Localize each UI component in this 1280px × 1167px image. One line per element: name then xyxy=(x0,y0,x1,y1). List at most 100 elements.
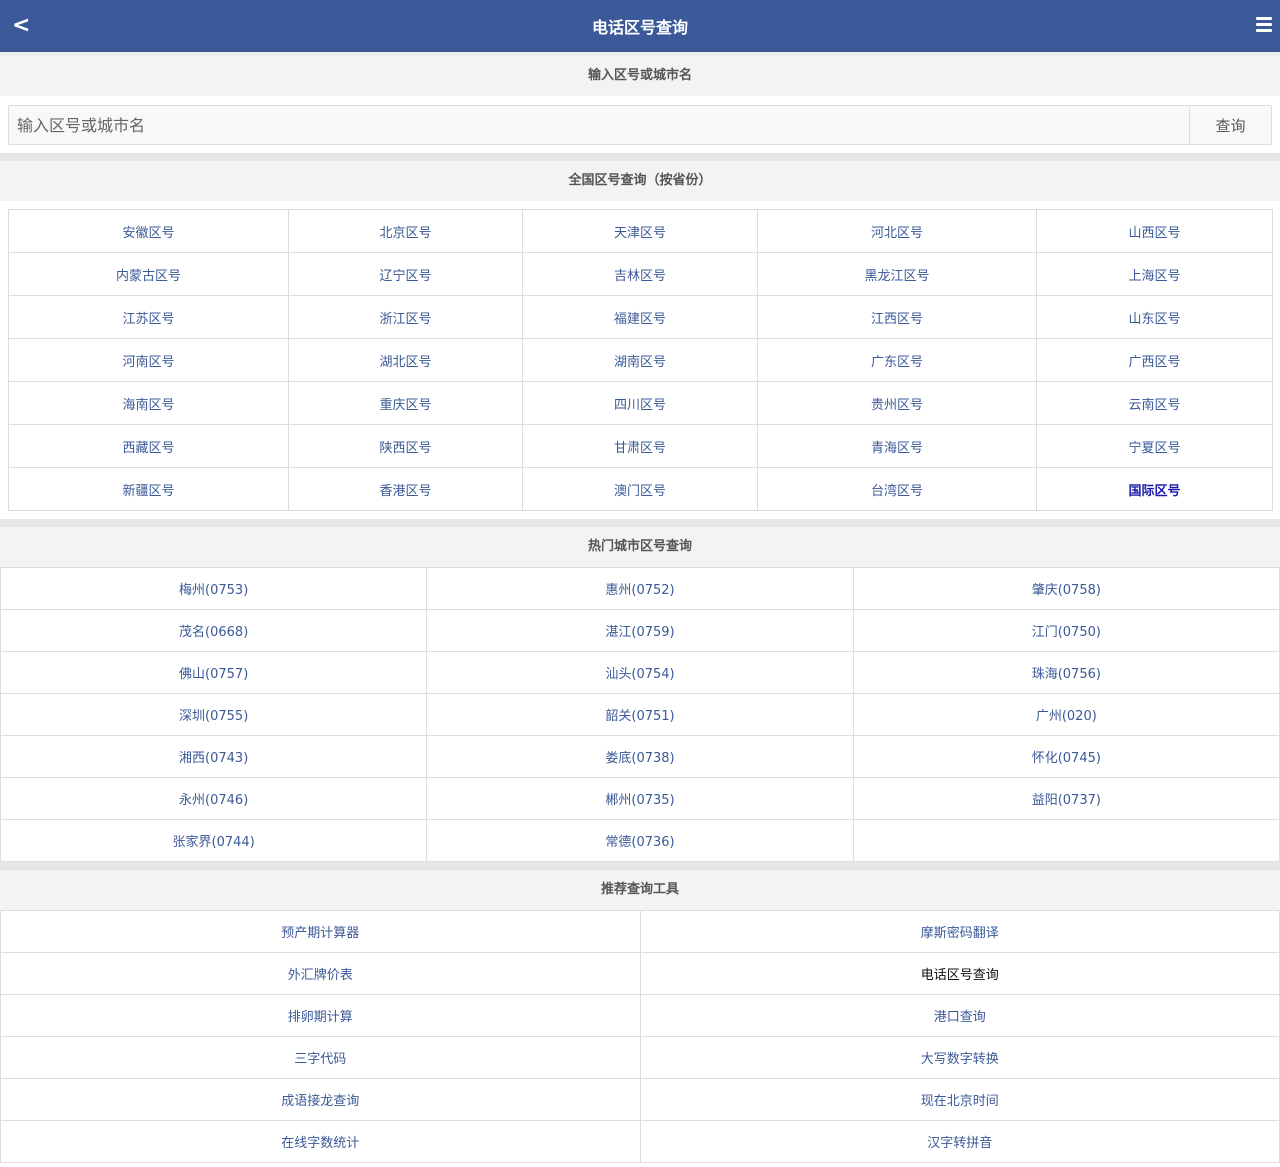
city-link[interactable]: 深圳(0755) xyxy=(179,709,248,724)
city-link[interactable]: 惠州(0752) xyxy=(605,583,674,598)
tool-link[interactable]: 排卵期计算 xyxy=(288,1010,353,1025)
province-link[interactable]: 云南区号 xyxy=(1128,398,1180,413)
city-link[interactable]: 肇庆(0758) xyxy=(1032,583,1101,598)
tool-link[interactable]: 现在北京时间 xyxy=(921,1094,999,1109)
menu-icon[interactable] xyxy=(1256,17,1272,35)
province-link[interactable]: 内蒙古区号 xyxy=(116,269,181,284)
province-cell: 山西区号 xyxy=(1036,209,1273,253)
tool-link[interactable]: 摩斯密码翻译 xyxy=(921,926,999,941)
province-section: 安徽区号 北京区号 天津区号 河北区号 山西区号内蒙古区号 辽宁区号 吉林区号 黑龙江区号 上海… xyxy=(0,201,1280,519)
tool-link[interactable]: 在线字数统计 xyxy=(281,1136,359,1151)
province-link[interactable]: 广西区号 xyxy=(1128,355,1180,370)
province-link[interactable]: 河北区号 xyxy=(871,226,923,241)
city-link[interactable]: 珠海(0756) xyxy=(1032,667,1101,682)
province-link[interactable]: 广东区号 xyxy=(871,355,923,370)
city-link[interactable]: 湘西(0743) xyxy=(179,751,248,766)
tool-link[interactable]: 汉字转拼音 xyxy=(927,1136,992,1151)
tool-link[interactable]: 大写数字转换 xyxy=(921,1052,999,1067)
province-link[interactable]: 湖南区号 xyxy=(614,355,666,370)
province-cell: 云南区号 xyxy=(1036,381,1273,425)
city-cell: 张家界(0744) xyxy=(0,819,428,862)
city-link[interactable]: 常德(0736) xyxy=(605,835,674,850)
tool-link[interactable]: 预产期计算器 xyxy=(281,926,359,941)
city-link[interactable]: 永州(0746) xyxy=(179,793,248,808)
city-link[interactable]: 益阳(0737) xyxy=(1032,793,1101,808)
city-link[interactable]: 茂名(0668) xyxy=(179,625,248,640)
province-link[interactable]: 贵州区号 xyxy=(871,398,923,413)
city-link[interactable]: 汕头(0754) xyxy=(605,667,674,682)
search-box: 查询 xyxy=(8,105,1272,145)
top-bar: < 电话区号查询 xyxy=(0,0,1280,52)
city-link[interactable]: 娄底(0738) xyxy=(605,751,674,766)
province-link[interactable]: 上海区号 xyxy=(1128,269,1180,284)
province-link[interactable]: 山东区号 xyxy=(1128,312,1180,327)
province-link[interactable]: 新疆区号 xyxy=(122,484,174,499)
province-link[interactable]: 福建区号 xyxy=(614,312,666,327)
city-link[interactable]: 梅州(0753) xyxy=(179,583,248,598)
tool-link[interactable]: 成语接龙查询 xyxy=(281,1094,359,1109)
city-link[interactable]: 江门(0750) xyxy=(1032,625,1101,640)
tool-link[interactable]: 三字代码 xyxy=(294,1052,346,1067)
city-cell: 肇庆(0758) xyxy=(852,567,1280,610)
city-cell: 深圳(0755) xyxy=(0,693,428,736)
province-link[interactable]: 香港区号 xyxy=(379,484,431,499)
province-link[interactable]: 宁夏区号 xyxy=(1128,441,1180,456)
city-link[interactable]: 广州(020) xyxy=(1036,709,1097,724)
province-cell: 澳门区号 xyxy=(522,467,758,511)
city-cell: 娄底(0738) xyxy=(426,735,854,778)
province-link[interactable]: 河南区号 xyxy=(122,355,174,370)
city-cell: 常德(0736) xyxy=(426,819,854,862)
back-button[interactable]: < xyxy=(12,12,34,40)
city-link[interactable]: 韶关(0751) xyxy=(605,709,674,724)
province-link[interactable]: 北京区号 xyxy=(379,226,431,241)
province-link[interactable]: 澳门区号 xyxy=(614,484,666,499)
province-link[interactable]: 浙江区号 xyxy=(379,312,431,327)
province-cell: 国际区号 xyxy=(1036,467,1273,511)
province-link[interactable]: 四川区号 xyxy=(614,398,666,413)
province-cell: 湖北区号 xyxy=(288,338,523,382)
province-link[interactable]: 江西区号 xyxy=(871,312,923,327)
city-cell: 郴州(0735) xyxy=(426,777,854,820)
province-link[interactable]: 陕西区号 xyxy=(379,441,431,456)
tool-link[interactable]: 外汇牌价表 xyxy=(288,968,353,983)
table-row: 三字代码 大写数字转换 xyxy=(0,1036,1280,1079)
province-link[interactable]: 甘肃区号 xyxy=(614,441,666,456)
city-link[interactable]: 郴州(0735) xyxy=(605,793,674,808)
province-link[interactable]: 青海区号 xyxy=(871,441,923,456)
tool-cell: 现在北京时间 xyxy=(639,1078,1280,1121)
city-link[interactable]: 湛江(0759) xyxy=(605,625,674,640)
province-link[interactable]: 江苏区号 xyxy=(122,312,174,327)
table-row: 外汇牌价表 电话区号查询 xyxy=(0,952,1280,995)
province-link[interactable]: 山西区号 xyxy=(1128,226,1180,241)
table-row: 湘西(0743) 娄底(0738) 怀化(0745) xyxy=(0,735,1280,778)
province-cell: 天津区号 xyxy=(522,209,758,253)
province-link[interactable]: 台湾区号 xyxy=(871,484,923,499)
province-cell: 广东区号 xyxy=(757,338,1037,382)
province-cell: 台湾区号 xyxy=(757,467,1037,511)
table-row: 新疆区号 香港区号 澳门区号 台湾区号 国际区号 xyxy=(8,467,1273,511)
province-link[interactable]: 重庆区号 xyxy=(379,398,431,413)
province-link[interactable]: 海南区号 xyxy=(122,398,174,413)
city-link[interactable]: 佛山(0757) xyxy=(179,667,248,682)
province-cell: 西藏区号 xyxy=(8,424,289,468)
province-link[interactable]: 湖北区号 xyxy=(379,355,431,370)
province-link[interactable]: 黑龙江区号 xyxy=(864,269,929,284)
province-table: 安徽区号 北京区号 天津区号 河北区号 山西区号内蒙古区号 辽宁区号 吉林区号 黑龙江区号 上海… xyxy=(8,209,1273,511)
search-button[interactable]: 查询 xyxy=(1189,106,1271,144)
tool-link[interactable]: 电话区号查询 xyxy=(921,968,999,983)
city-link[interactable]: 怀化(0745) xyxy=(1032,751,1101,766)
tool-cell: 港口查询 xyxy=(639,994,1280,1037)
province-link[interactable]: 吉林区号 xyxy=(614,269,666,284)
province-link[interactable]: 天津区号 xyxy=(614,226,666,241)
province-link[interactable]: 辽宁区号 xyxy=(379,269,431,284)
province-link[interactable]: 西藏区号 xyxy=(122,441,174,456)
province-link[interactable]: 国际区号 xyxy=(1128,484,1180,499)
province-cell: 宁夏区号 xyxy=(1036,424,1273,468)
city-link[interactable]: 张家界(0744) xyxy=(173,835,255,850)
search-input[interactable] xyxy=(9,106,1189,144)
province-link[interactable]: 安徽区号 xyxy=(122,226,174,241)
province-cell: 辽宁区号 xyxy=(288,252,523,296)
hot-cities-section-title: 热门城市区号查询 xyxy=(0,527,1280,567)
tool-link[interactable]: 港口查询 xyxy=(934,1010,986,1025)
province-cell: 内蒙古区号 xyxy=(8,252,289,296)
